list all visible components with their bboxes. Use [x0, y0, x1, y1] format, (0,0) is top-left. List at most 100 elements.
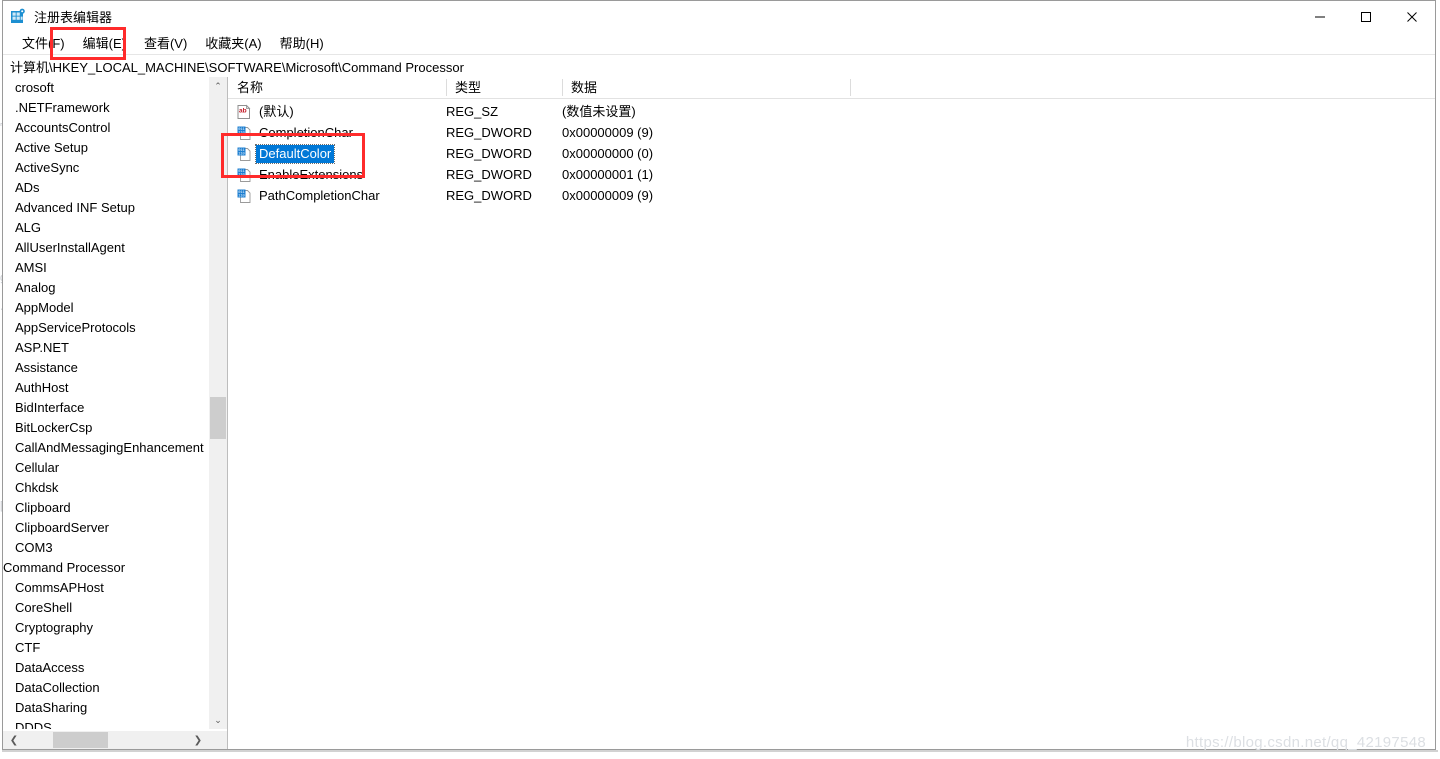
- tree-vscroll-thumb[interactable]: [210, 397, 226, 439]
- tree-item[interactable]: COM3: [3, 538, 208, 558]
- tree-item[interactable]: AuthHost: [3, 378, 208, 398]
- tree-item[interactable]: CallAndMessagingEnhancement: [3, 438, 208, 458]
- value-data-cell: 0x00000000 (0): [562, 146, 654, 161]
- tree-item[interactable]: AppModel: [3, 298, 208, 318]
- value-name-cell[interactable]: ab (默认): [236, 101, 297, 122]
- window-controls: [1297, 1, 1435, 32]
- table-row[interactable]: 011 110 DefaultColor REG_DWORD 0x00000000 (0…: [228, 143, 1435, 164]
- menu-help[interactable]: 帮助(H): [271, 32, 333, 54]
- tree-item[interactable]: ADs: [3, 178, 208, 198]
- window-bottom-shadow: [0, 750, 1440, 759]
- tree-item[interactable]: CTF: [3, 638, 208, 658]
- value-type-cell: REG_DWORD: [446, 125, 532, 140]
- value-name-cell[interactable]: 011 110 DefaultColor: [236, 143, 336, 164]
- column-header-type[interactable]: 类型: [446, 77, 562, 98]
- registry-tree-pane: crosoft .NETFramework AccountsControl Activ…: [3, 77, 228, 749]
- column-header-name[interactable]: 名称: [228, 77, 446, 98]
- column-header-data[interactable]: 数据: [562, 77, 850, 98]
- tree-item[interactable]: Command Processor: [3, 558, 208, 578]
- reg-dword-icon: 011 110: [236, 167, 252, 183]
- tree-item[interactable]: Active Setup: [3, 138, 208, 158]
- tree-item[interactable]: Chkdsk: [3, 478, 208, 498]
- tree-item[interactable]: AllUserInstallAgent: [3, 238, 208, 258]
- table-row[interactable]: 011 110 EnableExtensions REG_DWORD 0x0000000…: [228, 164, 1435, 185]
- values-column-header: 名称 类型 数据: [228, 77, 1435, 99]
- tree-item[interactable]: DDDS: [3, 718, 208, 729]
- tree-item[interactable]: Advanced INF Setup: [3, 198, 208, 218]
- menu-favorites[interactable]: 收藏夹(A): [196, 32, 270, 54]
- tree-item[interactable]: Clipboard: [3, 498, 208, 518]
- maximize-button[interactable]: [1343, 1, 1389, 32]
- value-name-label: (默认): [259, 103, 294, 119]
- value-type-cell: REG_DWORD: [446, 188, 532, 203]
- tree-item[interactable]: ASP.NET: [3, 338, 208, 358]
- registry-tree-scroll-area: crosoft .NETFramework AccountsControl Activ…: [3, 77, 208, 729]
- value-name-label: EnableExtensions: [259, 166, 364, 182]
- svg-text:110: 110: [238, 194, 244, 198]
- tree-item[interactable]: Analog: [3, 278, 208, 298]
- svg-text:110: 110: [238, 131, 244, 135]
- tree-item[interactable]: ALG: [3, 218, 208, 238]
- tree-item[interactable]: BitLockerCsp: [3, 418, 208, 438]
- tree-item[interactable]: CoreShell: [3, 598, 208, 618]
- value-name-label: PathCompletionChar: [259, 187, 380, 203]
- watermark: https://blog.csdn.net/qq_42197548: [1185, 734, 1426, 751]
- scroll-left-arrow-icon[interactable]: ❮: [5, 731, 23, 750]
- tree-vertical-scrollbar[interactable]: ⌃ ⌄: [208, 77, 227, 729]
- title-bar: 注册表编辑器: [3, 1, 1435, 32]
- tree-item[interactable]: DataCollection: [3, 678, 208, 698]
- value-name-label: CompletionChar: [259, 124, 353, 140]
- value-name-label: DefaultColor: [254, 143, 336, 164]
- value-data-cell: 0x00000001 (1): [562, 167, 654, 182]
- scroll-up-arrow-icon[interactable]: ⌃: [209, 77, 227, 95]
- address-path: 计算机\HKEY_LOCAL_MACHINE\SOFTWARE\Microsof…: [10, 59, 464, 75]
- menu-bar: 文件(F) 编辑(E) 查看(V) 收藏夹(A) 帮助(H): [3, 32, 1435, 55]
- reg-dword-icon: 011 110: [236, 146, 252, 162]
- tree-item[interactable]: ClipboardServer: [3, 518, 208, 538]
- registry-editor-icon: [10, 8, 27, 25]
- value-name-cell[interactable]: 011 110 PathCompletionChar: [236, 185, 383, 206]
- tree-item[interactable]: BidInterface: [3, 398, 208, 418]
- tree-item[interactable]: AccountsControl: [3, 118, 208, 138]
- table-row[interactable]: 011 110 CompletionChar REG_DWORD 0x00000009 …: [228, 122, 1435, 143]
- registry-tree-list: crosoft .NETFramework AccountsControl Activ…: [3, 77, 208, 729]
- value-name-cell[interactable]: 011 110 CompletionChar: [236, 122, 356, 143]
- reg-sz-icon: ab: [236, 104, 252, 120]
- value-type-cell: REG_DWORD: [446, 146, 532, 161]
- value-type-cell: REG_SZ: [446, 104, 499, 119]
- tree-item[interactable]: AppServiceProtocols: [3, 318, 208, 338]
- registry-editor-window: 注册表编辑器 文件(F) 编辑(E) 查看(V) 收藏夹(A) 帮助(H) 计算…: [2, 0, 1436, 750]
- tree-item[interactable]: Cellular: [3, 458, 208, 478]
- value-name-cell[interactable]: 011 110 EnableExtensions: [236, 164, 366, 185]
- menu-view[interactable]: 查看(V): [135, 32, 196, 54]
- tree-item[interactable]: .NETFramework: [3, 98, 208, 118]
- tree-item[interactable]: DataSharing: [3, 698, 208, 718]
- svg-text:ab: ab: [239, 107, 247, 114]
- values-row-list: ab (默认) REG_SZ (数值未设置) 011 110 CompletionChar R…: [228, 99, 1435, 206]
- value-data-cell: 0x00000009 (9): [562, 125, 654, 140]
- tree-hscroll-thumb[interactable]: [53, 732, 108, 748]
- address-bar[interactable]: 计算机\HKEY_LOCAL_MACHINE\SOFTWARE\Microsof…: [3, 55, 1435, 78]
- table-row[interactable]: ab (默认) REG_SZ (数值未设置): [228, 101, 1435, 122]
- value-data-cell: (数值未设置): [562, 104, 636, 119]
- reg-dword-icon: 011 110: [236, 188, 252, 204]
- table-row[interactable]: 011 110 PathCompletionChar REG_DWORD 0x00000…: [228, 185, 1435, 206]
- close-button[interactable]: [1389, 1, 1435, 32]
- tree-item[interactable]: DataAccess: [3, 658, 208, 678]
- menu-file[interactable]: 文件(F): [13, 32, 74, 54]
- value-data-cell: 0x00000009 (9): [562, 188, 654, 203]
- tree-item[interactable]: ActiveSync: [3, 158, 208, 178]
- tree-item[interactable]: Cryptography: [3, 618, 208, 638]
- scroll-down-arrow-icon[interactable]: ⌄: [209, 711, 227, 729]
- tree-horizontal-scrollbar[interactable]: ❮ ❯: [3, 730, 227, 749]
- tree-item[interactable]: CommsAPHost: [3, 578, 208, 598]
- scroll-right-arrow-icon[interactable]: ❯: [189, 731, 207, 750]
- tree-item[interactable]: crosoft: [3, 78, 208, 98]
- menu-edit[interactable]: 编辑(E): [74, 32, 135, 54]
- column-divider-3[interactable]: [850, 79, 851, 96]
- content-panes: crosoft .NETFramework AccountsControl Activ…: [3, 77, 1435, 749]
- tree-item[interactable]: AMSI: [3, 258, 208, 278]
- svg-text:110: 110: [238, 152, 244, 156]
- minimize-button[interactable]: [1297, 1, 1343, 32]
- tree-item[interactable]: Assistance: [3, 358, 208, 378]
